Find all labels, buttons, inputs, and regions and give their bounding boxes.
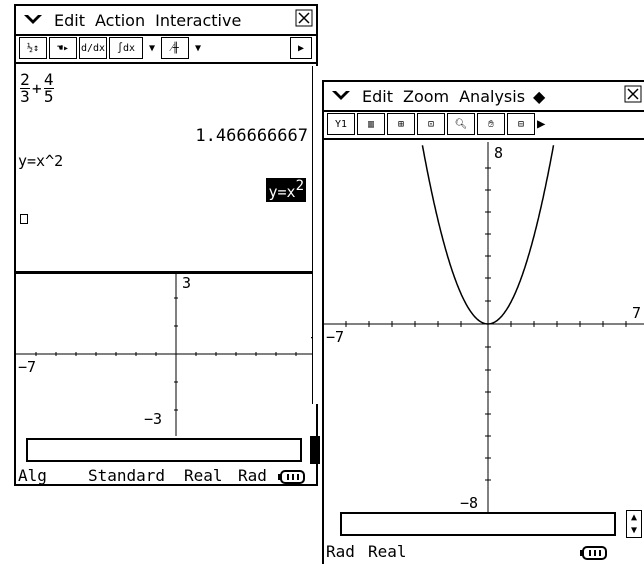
mini-graph: 3 −7 7 −3 (16, 274, 319, 436)
menu-edit-graph[interactable]: Edit (362, 87, 393, 106)
fraction-numerator-2: 4 (43, 70, 54, 89)
main-toolbar: ½↕ ☚▸ d/dx ∫dx ▼ ⁄╫ ▼ ▶ (16, 34, 316, 64)
mini-y-min-label: −3 (144, 410, 162, 428)
graph-status-angle: Rad (326, 542, 355, 561)
main-entry-field[interactable] (26, 438, 302, 462)
output-exponent: 2 (295, 178, 304, 194)
battery-icon (278, 469, 306, 488)
status-format: Standard (88, 466, 166, 485)
dropdown-icon[interactable]: ▼ (145, 37, 159, 59)
view-window-icon[interactable]: ⊟ (507, 113, 535, 135)
function-graph: 8 −7 7 −8 (324, 142, 644, 512)
output-base: y=x (268, 183, 296, 201)
input-expression: 2 3 + 4 5 (20, 72, 54, 105)
graph-close-icon[interactable] (624, 85, 642, 107)
menu-action[interactable]: Action (95, 11, 145, 30)
mini-graph-panel[interactable]: 3 −7 7 −3 (16, 274, 319, 436)
input-function: y=x^2 (18, 152, 64, 170)
graph-x-max-label: 7 (632, 304, 641, 322)
hand-execute-icon[interactable]: ☚▸ (49, 37, 77, 59)
main-scrollbar[interactable] (312, 66, 320, 404)
graph-entry-scroll-icon[interactable]: ▲ ▼ (626, 510, 642, 538)
pan-hand-icon[interactable]: ✋︎ (477, 113, 505, 135)
main-window: Edit Action Interactive ½↕ ☚▸ d/dx ∫dx ▼… (14, 4, 320, 486)
graph-toolbar: Y1 ▥ ⊞ ⊡ 🔍︎ ✋︎ ⊟ ▶ (324, 110, 644, 140)
mini-x-min-label: −7 (18, 358, 36, 376)
graph-statusbar: Rad Real (324, 542, 644, 562)
graph-menu-chevron-icon[interactable] (330, 87, 352, 106)
main-menubar: Edit Action Interactive (16, 6, 316, 36)
table-icon[interactable]: ▥ (357, 113, 385, 135)
diamond-menu-icon[interactable]: ◆ (533, 87, 545, 106)
fraction-decimal-icon[interactable]: ½↕ (19, 37, 47, 59)
y-editor-icon[interactable]: Y1 (327, 113, 355, 135)
menu-interactive[interactable]: Interactive (155, 11, 241, 30)
zoom-in-icon[interactable]: 🔍︎ (447, 113, 475, 135)
menu-edit[interactable]: Edit (54, 11, 85, 30)
menu-zoom[interactable]: Zoom (403, 87, 449, 106)
close-icon[interactable] (295, 9, 313, 31)
menu-chevron-icon[interactable] (22, 11, 44, 30)
graph-x-min-label: −7 (326, 328, 344, 346)
output-function: y=x2 (266, 178, 306, 202)
main-statusbar: Alg Standard Real Rad (16, 466, 316, 486)
fraction-denominator-2: 5 (43, 87, 54, 106)
menu-analysis[interactable]: Analysis (459, 87, 525, 106)
graph-menubar: Edit Zoom Analysis ◆ (324, 82, 644, 112)
fraction-denominator: 3 (20, 87, 30, 106)
graph-draw-icon[interactable]: ⁄╫ (161, 37, 189, 59)
main-work-area[interactable]: 2 3 + 4 5 1.466666667 y=x^2 y=x2 (16, 66, 316, 274)
status-angle: Rad (238, 466, 267, 485)
graph-y-min-label: −8 (460, 494, 478, 512)
zoom-fit-icon[interactable]: ⊡ (417, 113, 445, 135)
cursor-box[interactable] (20, 214, 28, 224)
status-mode: Alg (18, 466, 47, 485)
result-value: 1.466666667 (195, 126, 308, 146)
integral-icon[interactable]: ∫dx (109, 37, 143, 59)
graph-y-max-label: 8 (494, 144, 503, 162)
mini-y-max-label: 3 (182, 274, 191, 292)
graph-status-complex: Real (368, 542, 407, 561)
graph-area[interactable]: 8 −7 7 −8 (324, 142, 644, 512)
graph-window: Edit Zoom Analysis ◆ Y1 ▥ ⊞ ⊡ 🔍︎ ✋︎ ⊟ ▶ (322, 80, 644, 564)
entry-scroll-icon[interactable] (310, 436, 320, 464)
plus-sign: + (32, 79, 42, 98)
scroll-right-icon[interactable]: ▶ (290, 37, 312, 59)
dropdown-icon-2[interactable]: ▼ (191, 37, 205, 59)
graph-entry-field[interactable] (340, 512, 616, 536)
zoom-box-icon[interactable]: ⊞ (387, 113, 415, 135)
graph-battery-icon (580, 545, 608, 564)
fraction-numerator: 2 (20, 70, 30, 89)
derivative-icon[interactable]: d/dx (79, 37, 107, 59)
graph-scroll-right-icon[interactable]: ▶ (537, 116, 545, 132)
status-complex: Real (184, 466, 223, 485)
